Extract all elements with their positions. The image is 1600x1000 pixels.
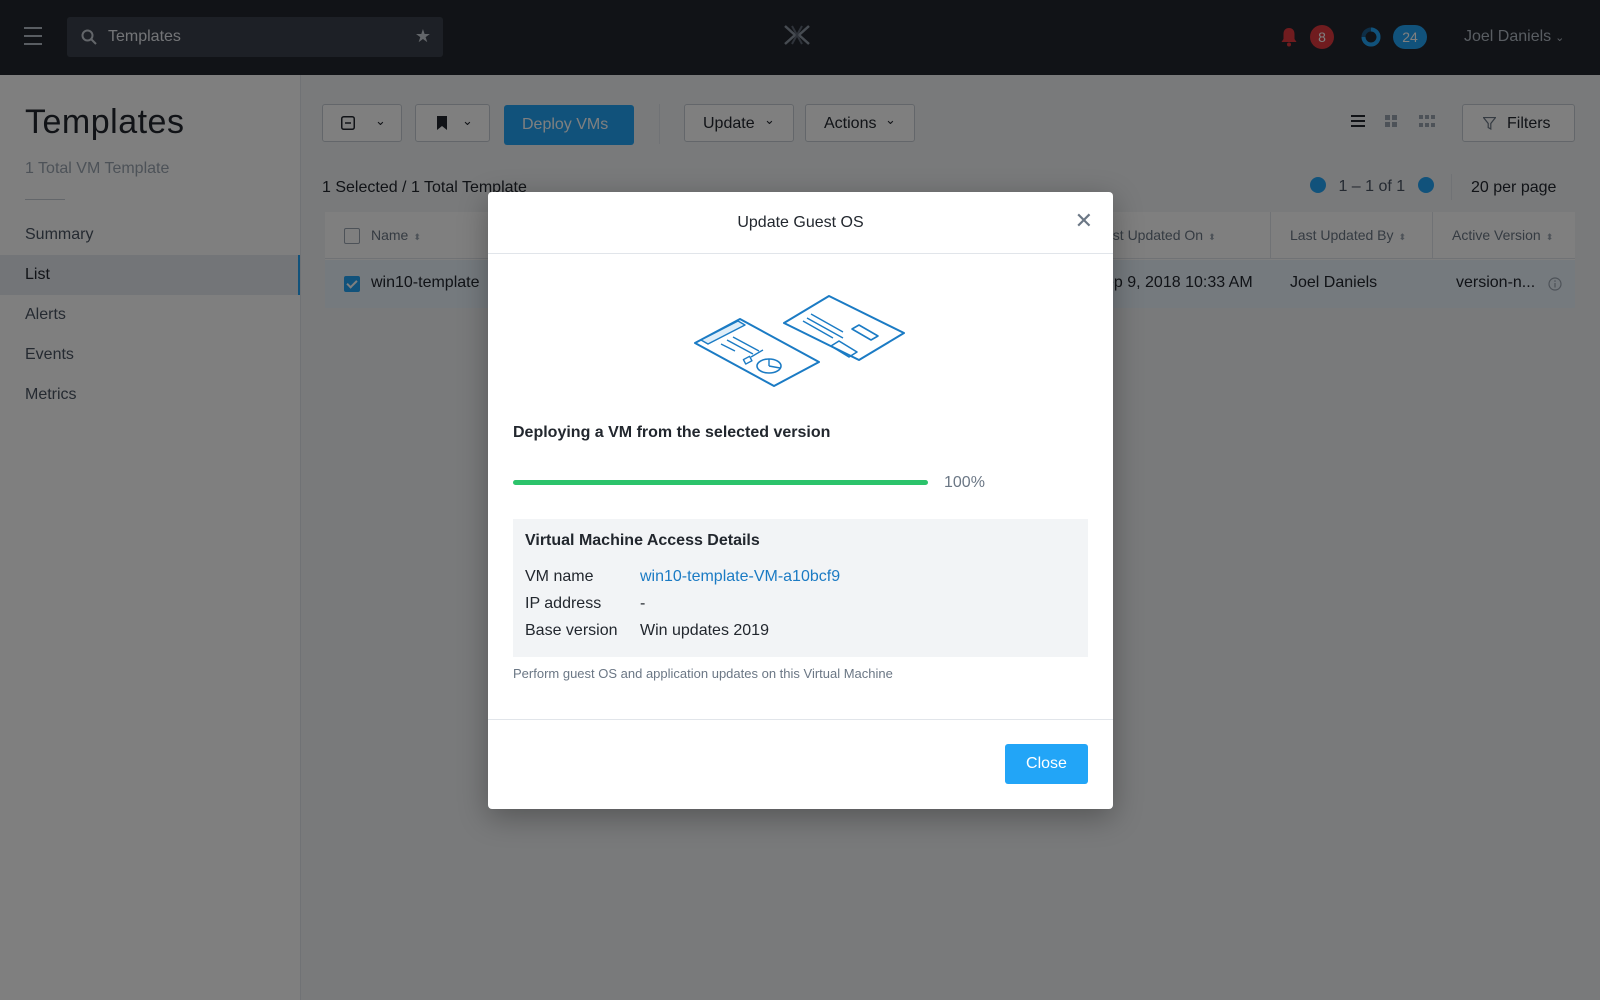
- detail-value-ip-address: -: [640, 595, 646, 612]
- modal-header: Update Guest OS ✕: [488, 192, 1113, 254]
- close-button[interactable]: Close: [1005, 744, 1088, 784]
- details-title: Virtual Machine Access Details: [525, 532, 760, 549]
- modal-title: Update Guest OS: [737, 214, 864, 231]
- vm-name-link[interactable]: win10-template-VM-a10bcf9: [640, 568, 840, 586]
- detail-key-base-version: Base version: [525, 622, 618, 639]
- detail-value-base-version: Win updates 2019: [640, 622, 769, 639]
- progress-percent: 100%: [944, 474, 985, 491]
- documents-illustration-icon: [694, 295, 905, 387]
- detail-key-vm-name: VM name: [525, 568, 594, 585]
- update-guest-os-modal: Update Guest OS ✕ Deploying a VM from th…: [488, 192, 1113, 809]
- detail-key-ip-address: IP address: [525, 595, 602, 612]
- progress-bar-fill: [513, 480, 928, 485]
- vm-access-details: Virtual Machine Access Details VM name w…: [513, 519, 1088, 657]
- modal-footer-divider: [488, 719, 1113, 720]
- deploy-status-text: Deploying a VM from the selected version: [513, 424, 831, 441]
- progress-bar: [513, 480, 928, 485]
- close-icon[interactable]: ✕: [1075, 210, 1093, 232]
- help-text: Perform guest OS and application updates…: [513, 666, 893, 681]
